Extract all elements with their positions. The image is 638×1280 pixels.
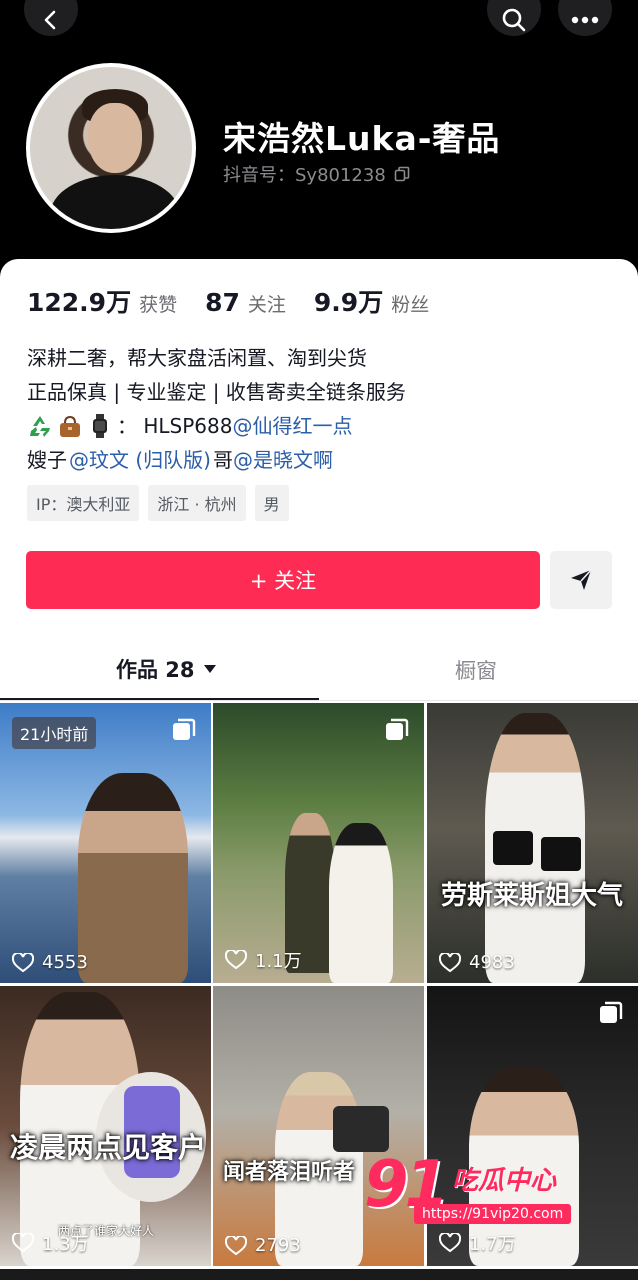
following-count[interactable]: 87: [205, 288, 240, 317]
like-count-text: 1.1万: [255, 951, 302, 972]
heart-icon: [439, 952, 461, 972]
like-count-text: 1.3万: [42, 1234, 89, 1255]
profile-header: 宋浩然Luka-奢品 抖音号：Sy801238: [0, 0, 638, 270]
likes-count: 122.9万: [27, 288, 132, 317]
copy-icon[interactable]: [394, 166, 410, 182]
share-button[interactable]: [550, 551, 612, 609]
like-count: 4983: [439, 952, 515, 973]
bio-prefix: 嫂子: [27, 448, 67, 472]
following-label[interactable]: 关注: [248, 290, 286, 317]
like-count-text: 1.7万: [469, 1234, 516, 1255]
profile-name: 宋浩然Luka-奢品: [223, 119, 501, 158]
watermark-text: 吃瓜中心: [452, 1166, 557, 1196]
watermark: 91 吃瓜中心 https://91vip20.com: [364, 1148, 572, 1230]
video-caption: 闻者落泪听者: [223, 1159, 356, 1185]
recycle-icon: [30, 416, 50, 437]
send-icon: [571, 569, 592, 590]
douyin-id-text: 抖音号：Sy801238: [223, 165, 386, 186]
location-tag: 浙江 · 杭州: [148, 485, 246, 521]
search-button[interactable]: [487, 0, 541, 36]
caret-down-icon: [203, 665, 216, 673]
bio-line-2: 正品保真 | 专业鉴定 | 收售寄卖全链条服务: [27, 380, 406, 404]
bio-middle: 哥: [212, 448, 233, 472]
mention-link[interactable]: @玟文 (归队版): [69, 443, 211, 477]
video-caption: 劳斯莱斯姐大气: [441, 881, 624, 911]
follow-button[interactable]: + 关注: [26, 551, 540, 609]
video-thumbnail[interactable]: 凌晨两点见客户 两点了谁家大好人 1.3万: [0, 986, 211, 1266]
like-count: 1.7万: [439, 1230, 516, 1256]
handbag-icon: [60, 415, 80, 437]
back-button[interactable]: [24, 0, 78, 36]
more-button[interactable]: [558, 0, 612, 36]
followers-count[interactable]: 9.9万: [314, 283, 383, 319]
followers-label[interactable]: 粉丝: [391, 290, 429, 317]
like-count-text: 4983: [469, 952, 515, 973]
bio-contact-text: ： HLSP688: [117, 414, 233, 438]
tab-window[interactable]: 橱窗: [455, 655, 497, 685]
multi-image-icon: [600, 1001, 623, 1023]
tags-row: IP：澳大利亚 浙江 · 杭州 男: [27, 485, 289, 521]
more-icon: [571, 16, 599, 24]
avatar[interactable]: [26, 63, 196, 233]
heart-icon: [225, 1235, 247, 1255]
like-count: 1.1万: [225, 947, 302, 973]
next-row-strip: [0, 1269, 638, 1280]
bio-line-4: 嫂子 @玟文 (归队版) 哥 @是晓文啊: [27, 443, 406, 477]
video-thumbnail[interactable]: 劳斯莱斯姐大气 4983: [427, 703, 638, 983]
like-count: 4553: [12, 952, 88, 973]
tab-divider: [0, 700, 638, 701]
heart-icon: [12, 952, 34, 972]
video-caption: 凌晨两点见客户: [10, 1131, 207, 1164]
heart-icon: [225, 950, 247, 970]
tab-works-label: 作品 28: [116, 658, 195, 682]
watch-icon: [93, 414, 107, 438]
douyin-id[interactable]: 抖音号：Sy801238: [223, 161, 410, 187]
heart-icon: [439, 1233, 461, 1253]
mention-link[interactable]: @是晓文啊: [233, 443, 333, 477]
watermark-url: https://91vip20.com: [414, 1204, 572, 1224]
video-thumbnail[interactable]: 1.1万: [213, 703, 424, 983]
likes-label: 获赞: [139, 294, 178, 316]
ip-tag: IP：澳大利亚: [27, 485, 140, 521]
heart-icon: [12, 1233, 34, 1253]
gender-tag: 男: [254, 485, 289, 521]
bio-line-1: 深耕二奢，帮大家盘活闲置、淘到尖货: [27, 346, 367, 370]
like-count-text: 2793: [255, 1235, 301, 1256]
tab-works[interactable]: 作品 28: [116, 654, 217, 684]
mention-link[interactable]: @仙得红一点: [232, 409, 352, 443]
chevron-left-icon: [44, 10, 56, 30]
video-thumbnail[interactable]: 21小时前 4553: [0, 703, 211, 983]
bio: 深耕二奢，帮大家盘活闲置、淘到尖货 正品保真 | 专业鉴定 | 收售寄卖全链条服…: [27, 341, 406, 477]
stats-row: 122.9万 获赞 87 关注 9.9万 粉丝: [27, 283, 457, 319]
bio-line-3: ： HLSP688 @仙得红一点: [27, 409, 406, 443]
multi-image-icon: [386, 718, 409, 740]
search-icon: [502, 8, 526, 32]
time-badge: 21小时前: [12, 717, 97, 749]
multi-image-icon: [173, 718, 196, 740]
like-count: 1.3万: [12, 1230, 89, 1256]
like-count-text: 4553: [42, 952, 88, 973]
like-count: 2793: [225, 1235, 301, 1256]
